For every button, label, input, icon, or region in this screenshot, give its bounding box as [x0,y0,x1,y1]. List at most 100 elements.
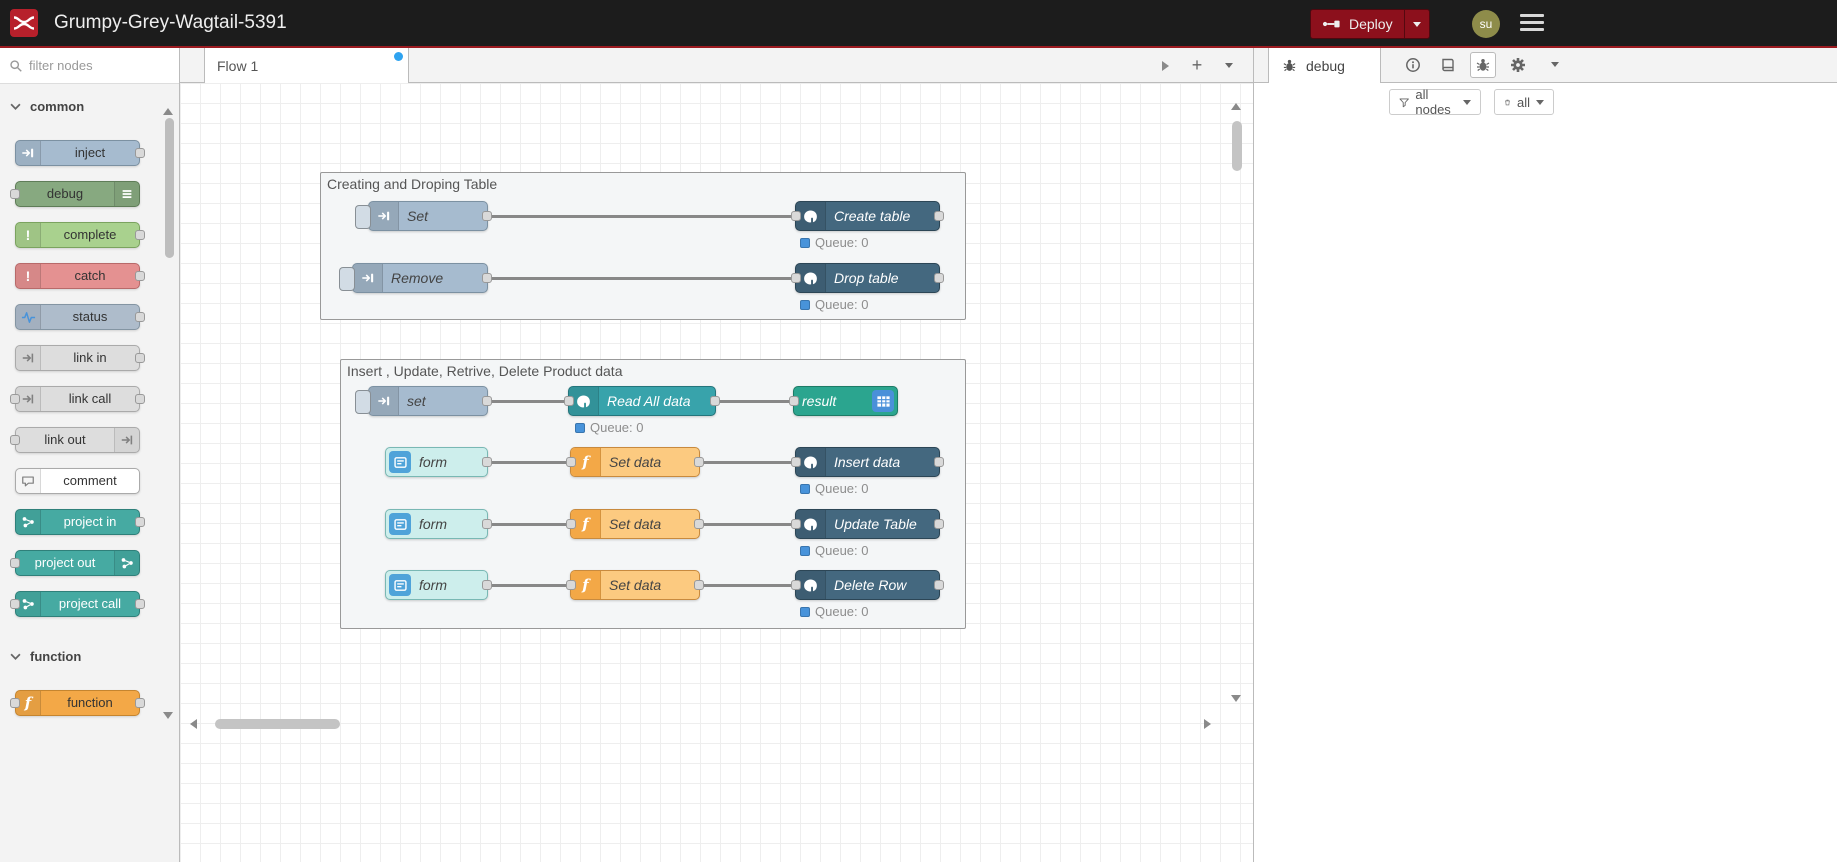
inject-trigger-button[interactable] [355,390,371,414]
input-port[interactable] [791,519,801,529]
palette-node-link-out[interactable]: link out [10,427,140,453]
output-port[interactable] [135,230,145,240]
input-port[interactable] [10,599,20,609]
wire[interactable] [488,461,570,464]
node-drop-table[interactable]: Drop table [791,263,944,293]
palette-node-project-in[interactable]: project in [15,509,145,535]
canvas-scroll-left[interactable] [190,719,197,729]
tab-scroll-right-button[interactable] [1151,52,1179,80]
flow-list-button[interactable] [1215,52,1243,80]
output-port[interactable] [482,273,492,283]
node-set-data-2[interactable]: f Set data [566,509,704,539]
input-port[interactable] [791,457,801,467]
output-port[interactable] [482,519,492,529]
palette-node-project-out[interactable]: project out [10,550,140,576]
palette-search[interactable] [0,48,179,84]
input-port[interactable] [10,558,20,568]
node-set-data-3[interactable]: f Set data [566,570,704,600]
add-flow-button[interactable]: + [1183,52,1211,80]
palette-node-comment[interactable]: comment [15,468,140,494]
palette-node-project-call[interactable]: project call [10,591,145,617]
palette-node-link-in[interactable]: link in [15,345,145,371]
canvas-horizontal-scrollbar-thumb[interactable] [215,719,340,729]
palette-node-catch[interactable]: ! catch [15,263,145,289]
node-form-1[interactable]: form [385,447,492,477]
input-port[interactable] [10,394,20,404]
node-delete-row[interactable]: Delete Row [791,570,944,600]
node-inject-set[interactable]: Set [355,201,492,231]
main-menu-button[interactable] [1520,14,1546,35]
wire[interactable] [488,215,795,218]
debug-filter-button[interactable]: all nodes [1389,87,1481,117]
deploy-button[interactable]: Deploy [1310,9,1430,39]
wire[interactable] [700,584,795,587]
debug-tab-button[interactable] [1470,52,1496,78]
config-tab-button[interactable] [1505,52,1531,78]
palette-node-function[interactable]: f function [10,690,145,716]
palette-scroll-down[interactable] [163,712,173,719]
wire[interactable] [488,584,570,587]
info-tab-button[interactable] [1400,52,1426,78]
node-insert-data[interactable]: Insert data [791,447,944,477]
output-port[interactable] [934,211,944,221]
node-form-2[interactable]: form [385,509,492,539]
deploy-button-main[interactable]: Deploy [1311,10,1404,38]
canvas-scroll-down[interactable] [1231,695,1241,702]
output-port[interactable] [135,148,145,158]
output-port[interactable] [135,353,145,363]
output-port[interactable] [694,580,704,590]
output-port[interactable] [482,457,492,467]
debug-clear-button[interactable]: all [1494,89,1554,115]
palette-filter-input[interactable] [29,58,159,73]
palette-scrollbar-thumb[interactable] [165,118,174,258]
wire[interactable] [488,277,795,280]
output-port[interactable] [934,457,944,467]
flow-canvas[interactable]: Creating and Droping Table Insert , Upda… [180,83,1253,862]
deploy-options-button[interactable] [1403,10,1429,38]
output-port[interactable] [135,698,145,708]
output-port[interactable] [135,517,145,527]
input-port[interactable] [791,211,801,221]
node-update-table[interactable]: Update Table [791,509,944,539]
palette-category-function[interactable]: function [0,638,179,674]
output-port[interactable] [934,273,944,283]
output-port[interactable] [694,457,704,467]
node-result[interactable]: result [789,386,898,416]
user-avatar[interactable]: su [1472,10,1500,38]
canvas-vertical-scrollbar-thumb[interactable] [1232,121,1242,171]
output-port[interactable] [934,580,944,590]
output-port[interactable] [135,599,145,609]
input-port[interactable] [10,189,20,199]
palette-node-inject[interactable]: inject [15,140,145,166]
palette-scroll-up[interactable] [163,108,173,115]
tab-flow-1[interactable]: Flow 1 [204,48,409,83]
wire[interactable] [700,523,795,526]
output-port[interactable] [135,312,145,322]
output-port[interactable] [482,211,492,221]
canvas-scroll-right[interactable] [1204,719,1211,729]
debug-messages-panel[interactable] [1254,121,1837,862]
canvas-scroll-up[interactable] [1231,103,1241,110]
input-port[interactable] [10,435,20,445]
palette-node-status[interactable]: status [15,304,145,330]
output-port[interactable] [710,396,720,406]
output-port[interactable] [135,271,145,281]
input-port[interactable] [791,580,801,590]
group-creating-dropping-table[interactable]: Creating and Droping Table [320,172,966,320]
input-port[interactable] [566,580,576,590]
inject-trigger-button[interactable] [339,267,355,291]
node-inject-remove[interactable]: Remove [339,263,492,293]
inject-trigger-button[interactable] [355,205,371,229]
sidebar-menu-caret[interactable] [1551,62,1559,67]
input-port[interactable] [791,273,801,283]
node-form-3[interactable]: form [385,570,492,600]
node-set-data-1[interactable]: f Set data [566,447,704,477]
node-inject-set-lower[interactable]: set [355,386,492,416]
output-port[interactable] [934,519,944,529]
palette-category-common[interactable]: common [0,88,179,124]
input-port[interactable] [566,519,576,529]
node-read-all-data[interactable]: Read All data [564,386,720,416]
input-port[interactable] [10,698,20,708]
wire[interactable] [488,400,568,403]
node-create-table[interactable]: Create table [791,201,944,231]
